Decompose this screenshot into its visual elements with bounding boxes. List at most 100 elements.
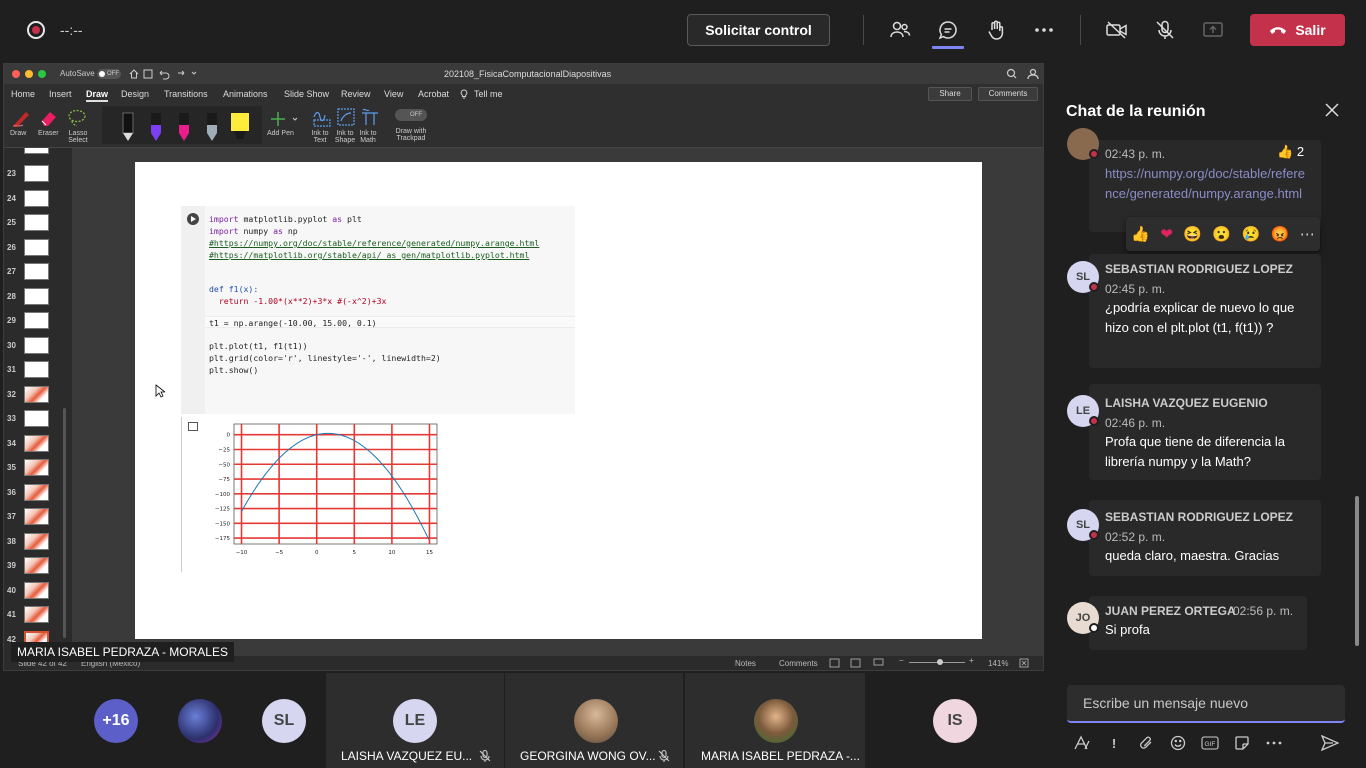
slide-thumbnail-row[interactable]: 41	[4, 605, 72, 629]
slide-thumbnail[interactable]	[24, 165, 49, 182]
tab-draw[interactable]: Draw	[86, 89, 109, 102]
notes-button[interactable]: Notes	[735, 659, 756, 668]
slide-thumbnail-row[interactable]: 38	[4, 532, 72, 556]
slide-thumbnail-row[interactable]: 30	[4, 336, 72, 360]
ink-to-text-icon[interactable]	[311, 106, 333, 128]
slide-thumbnail-row[interactable]: 36	[4, 483, 72, 507]
slide-thumbnail[interactable]	[24, 189, 49, 207]
more-options-icon[interactable]	[1263, 733, 1285, 753]
close-icon[interactable]	[1322, 100, 1342, 120]
chat-icon[interactable]	[934, 16, 962, 44]
zoom-level[interactable]: 141%	[988, 659, 1008, 668]
slide-thumbnail[interactable]	[24, 459, 49, 476]
slide-thumbnail[interactable]	[24, 581, 49, 599]
view-mode-icons[interactable]	[829, 658, 889, 668]
compose-box[interactable]	[1067, 685, 1345, 723]
slide-thumbnail[interactable]	[24, 410, 49, 427]
thumbnail-scrollbar[interactable]	[63, 408, 66, 638]
participant-tile[interactable]: LE LAISHA VAZQUEZ EU...	[326, 673, 504, 768]
comments-status-button[interactable]: Comments	[779, 659, 818, 668]
tab-design[interactable]: Design	[121, 89, 149, 99]
laugh-reaction[interactable]: 😆	[1183, 225, 1202, 243]
tell-me-search[interactable]: Tell me	[474, 89, 503, 99]
heart-reaction[interactable]: ❤	[1160, 225, 1173, 243]
slide-thumbnail-row[interactable]: 35	[4, 458, 72, 482]
slide-thumbnail[interactable]	[24, 557, 49, 574]
tab-transitions[interactable]: Transitions	[164, 89, 208, 99]
overflow-participants[interactable]: +16	[86, 673, 146, 768]
raise-hand-icon[interactable]	[982, 16, 1010, 44]
slide-thumbnail-row[interactable]: 26	[4, 238, 72, 262]
ink-to-math-icon[interactable]	[359, 106, 381, 128]
tab-home[interactable]: Home	[11, 89, 35, 99]
sticker-icon[interactable]	[1231, 733, 1253, 753]
tab-animations[interactable]: Animations	[223, 89, 268, 99]
purple-pen-icon[interactable]	[145, 111, 167, 143]
slide-thumbnail-row[interactable]: 34	[4, 434, 72, 458]
zoom-slider[interactable]: − +	[899, 656, 975, 668]
important-icon[interactable]: !	[1103, 733, 1125, 753]
slide-thumbnail-row[interactable]: 25	[4, 213, 72, 237]
fit-slide-icon[interactable]	[1019, 658, 1029, 668]
pencil-icon[interactable]	[201, 111, 223, 143]
gif-icon[interactable]: GIF	[1199, 733, 1221, 753]
slide-thumbnail-row[interactable]: 31	[4, 360, 72, 384]
send-icon[interactable]	[1319, 733, 1341, 753]
slide-thumbnail-row[interactable]: 33	[4, 409, 72, 433]
add-pen-icon[interactable]	[269, 110, 299, 128]
black-pen-icon[interactable]	[117, 111, 139, 143]
tab-acrobat[interactable]: Acrobat	[418, 89, 449, 99]
leave-button[interactable]: Salir	[1250, 14, 1345, 46]
slide-thumbnail-row[interactable]: 39	[4, 556, 72, 580]
tab-view[interactable]: View	[384, 89, 403, 99]
participant-tile[interactable]	[170, 673, 230, 768]
slide-thumbnail-row[interactable]: 23	[4, 164, 72, 188]
slide-thumbnail-row[interactable]: 29	[4, 311, 72, 335]
chat-scrollbar[interactable]	[1355, 496, 1359, 646]
participants-icon[interactable]	[886, 16, 914, 44]
angry-reaction[interactable]: 😡	[1271, 225, 1290, 243]
slide-thumbnail[interactable]	[24, 214, 49, 231]
slide-thumbnail[interactable]	[24, 263, 49, 280]
slide-thumbnail[interactable]	[24, 385, 49, 403]
share-button[interactable]: Share	[928, 87, 972, 101]
slide-thumbnail[interactable]	[24, 361, 49, 378]
format-icon[interactable]	[1071, 733, 1093, 753]
slide-thumbnail[interactable]	[24, 148, 49, 154]
slide-thumbnail-row[interactable]: 24	[4, 189, 72, 213]
slide-thumbnail[interactable]	[24, 336, 49, 354]
draw-pen-icon[interactable]	[11, 108, 33, 128]
trackpad-toggle[interactable]: OFF	[395, 109, 427, 121]
participant-tile[interactable]: MARIA ISABEL PEDRAZA -...	[685, 673, 865, 768]
tab-review[interactable]: Review	[341, 89, 371, 99]
like-reaction[interactable]: 👍	[1131, 225, 1150, 243]
surprised-reaction[interactable]: 😮	[1212, 225, 1231, 243]
more-reactions-icon[interactable]: ⋯	[1300, 225, 1315, 243]
participant-tile[interactable]: SL	[254, 673, 314, 768]
message-input[interactable]	[1083, 695, 1333, 711]
tab-insert[interactable]: Insert	[49, 89, 72, 99]
eraser-icon[interactable]	[38, 108, 60, 128]
slide-thumbnail[interactable]	[24, 532, 49, 550]
participant-tile[interactable]: GEORGINA WONG OV...	[505, 673, 683, 768]
attach-icon[interactable]	[1135, 733, 1157, 753]
slide-thumbnail[interactable]	[24, 606, 49, 623]
magenta-pen-icon[interactable]	[173, 111, 195, 143]
lasso-icon[interactable]	[66, 108, 88, 128]
slide-thumbnail[interactable]	[24, 312, 49, 329]
slide-thumbnail-row[interactable]: 37	[4, 507, 72, 531]
slide-thumbnail[interactable]	[24, 508, 49, 525]
share-icon[interactable]	[1199, 16, 1227, 44]
mic-off-icon[interactable]	[1151, 16, 1179, 44]
slide-thumbnail[interactable]	[24, 238, 49, 256]
slide-thumbnail-row[interactable]: 28	[4, 287, 72, 311]
participant-tile[interactable]: IS	[925, 673, 985, 768]
tab-slide-show[interactable]: Slide Show	[284, 89, 329, 99]
slide-thumbnail[interactable]	[24, 434, 49, 452]
slide-thumbnail[interactable]	[24, 483, 49, 501]
more-icon[interactable]	[1030, 16, 1058, 44]
slide-thumbnail-row[interactable]: 40	[4, 581, 72, 605]
message-link[interactable]: https://numpy.org/doc/stable/reference/g…	[1105, 164, 1310, 220]
emoji-icon[interactable]	[1167, 733, 1189, 753]
slide-thumbnail[interactable]	[24, 287, 49, 305]
